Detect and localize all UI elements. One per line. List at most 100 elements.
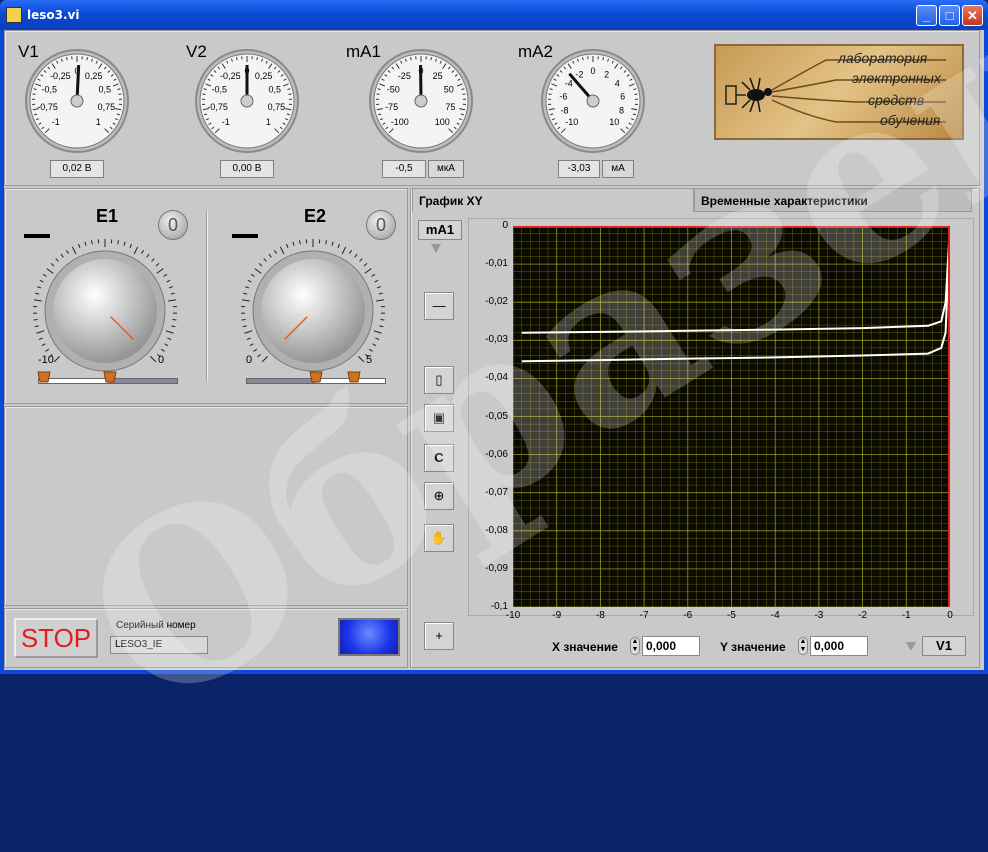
meter-unit: мА — [602, 160, 634, 178]
x-channel-selector[interactable]: V1 — [922, 636, 966, 656]
meter-tick-label: 0,25 — [85, 71, 103, 81]
y-tick-label: -0,05 — [464, 411, 508, 422]
x-tick-label: -3 — [807, 610, 831, 621]
knob-min-label: 0 — [246, 354, 252, 366]
zoom-icon: ⊕ — [434, 488, 445, 503]
y-value-spinner[interactable]: ▲▼ — [798, 637, 808, 655]
meter-tick-label: 0,5 — [98, 85, 111, 95]
meter-tick-label: -2 — [575, 69, 583, 79]
y-tick-label: -0,08 — [464, 525, 508, 536]
meter-tick-label: -0,5 — [212, 85, 228, 95]
logo-line-4: обучения — [880, 112, 940, 128]
x-tick-label: -5 — [720, 610, 744, 621]
save-button[interactable]: ▣ — [424, 404, 454, 432]
meter-dial: 0255075100-100-75-50-25 — [368, 48, 474, 154]
window: leso3.vi _ □ ✕ лаборатория электронных с… — [0, 0, 988, 674]
window-title: leso3.vi — [27, 8, 79, 22]
tab-xy-graph[interactable]: График XY — [412, 188, 694, 212]
meter-tick-label: 8 — [619, 105, 624, 115]
source-title: E1 — [96, 206, 118, 227]
y-channel-dropdown-icon[interactable] — [431, 244, 441, 253]
front-panel: лаборатория электронных средств обучения… — [4, 30, 984, 670]
slider-thumb-icon[interactable] — [348, 372, 360, 382]
maximize-button[interactable]: □ — [939, 5, 960, 26]
serial-number-field[interactable]: LESO3_IE — [110, 636, 208, 654]
meter-tick-label: 6 — [620, 91, 625, 101]
x-tick-label: -9 — [545, 610, 569, 621]
meter-tick-label: -6 — [559, 91, 567, 101]
title-bar[interactable]: leso3.vi _ □ ✕ — [0, 0, 988, 30]
meter-unit: мкА — [428, 160, 464, 178]
meter-tick-label: 4 — [615, 78, 620, 88]
page-icon: ▯ — [435, 372, 442, 387]
meter-tick-label: 25 — [433, 71, 443, 81]
slider-thumb-icon[interactable] — [104, 372, 116, 382]
x-tick-label: -4 — [763, 610, 787, 621]
x-tick-label: -1 — [894, 610, 918, 621]
y-tick-label: -0,03 — [464, 334, 508, 345]
knob-min-label: -10 — [38, 354, 54, 366]
floppy-disk-icon: ▣ — [433, 410, 445, 425]
meter-tick-label: 0,25 — [255, 71, 273, 81]
sources-divider — [206, 210, 208, 382]
meter-tick-label: 50 — [444, 85, 454, 95]
meter-tick-label: -25 — [398, 71, 411, 81]
x-tick-label: -10 — [501, 610, 525, 621]
y-channel-selector[interactable]: mA1 — [418, 220, 462, 240]
blank-panel — [4, 406, 408, 606]
meter-tick-label: -0,5 — [42, 85, 58, 95]
stop-button[interactable]: STOP — [14, 618, 98, 658]
close-button[interactable]: ✕ — [962, 5, 983, 26]
x-channel-dropdown-icon[interactable] — [906, 642, 916, 651]
serial-number-label: Серийный номер — [116, 620, 196, 631]
source-title: E2 — [304, 206, 326, 227]
meter-tick-label: -50 — [387, 85, 400, 95]
line-style-button[interactable]: — — [424, 292, 454, 320]
logo-line-2: электронных — [852, 70, 941, 86]
meter-tick-label: 100 — [435, 117, 450, 127]
x-value-spinner[interactable]: ▲▼ — [630, 637, 640, 655]
meter-tick-label: 75 — [445, 102, 455, 112]
line-icon: — — [433, 298, 446, 313]
meter-tick-label: -75 — [385, 102, 398, 112]
hand-icon: ✋ — [431, 530, 447, 545]
meter-tick-label: 1 — [96, 117, 101, 127]
x-tick-label: 0 — [938, 610, 962, 621]
x-tick-label: -6 — [676, 610, 700, 621]
pan-button[interactable]: ✋ — [424, 524, 454, 552]
slider-thumb-icon[interactable] — [38, 372, 50, 382]
y-value-label: Y значение — [720, 640, 786, 654]
minimize-button[interactable]: _ — [916, 5, 937, 26]
meter-dial: 00,250,50,751-1-0,75-0,5-0,25 — [194, 48, 300, 154]
meter-readout: 0,00 В — [220, 160, 274, 178]
x-value-label: X значение — [552, 640, 618, 654]
meter-tick-label: 0,75 — [268, 102, 286, 112]
meter-readout: -3,03 — [558, 160, 600, 178]
x-value-field[interactable]: 0,000 — [642, 636, 700, 656]
y-value-field[interactable]: 0,000 — [810, 636, 868, 656]
slider-thumb-icon[interactable] — [310, 372, 322, 382]
status-led — [338, 618, 400, 656]
clear-chart-button[interactable]: C — [424, 444, 454, 472]
knob-max-label: 5 — [366, 354, 372, 366]
crosshair-icon: + — [435, 628, 443, 643]
cursor-button[interactable]: + — [424, 622, 454, 650]
x-tick-label: -8 — [588, 610, 612, 621]
meter-tick-label: 10 — [609, 117, 619, 127]
meter-tick-label: -1 — [52, 117, 60, 127]
x-tick-label: -7 — [632, 610, 656, 621]
y-tick-label: -0,09 — [464, 563, 508, 574]
tab-time-characteristics[interactable]: Временные характеристики — [694, 188, 972, 212]
clear-page-button[interactable]: ▯ — [424, 366, 454, 394]
zoom-button[interactable]: ⊕ — [424, 482, 454, 510]
meter-tick-label: -100 — [391, 117, 409, 127]
xy-graph-plot[interactable] — [513, 226, 950, 607]
y-tick-label: -0,07 — [464, 487, 508, 498]
x-tick-label: -2 — [851, 610, 875, 621]
meter-tick-label: 2 — [604, 69, 609, 79]
knob-max-label: 0 — [158, 354, 164, 366]
meter-tick-label: 0,5 — [268, 85, 281, 95]
y-tick-label: -0,01 — [464, 258, 508, 269]
meter-tick-label: 0 — [590, 66, 595, 76]
meter-tick-label: 1 — [266, 117, 271, 127]
